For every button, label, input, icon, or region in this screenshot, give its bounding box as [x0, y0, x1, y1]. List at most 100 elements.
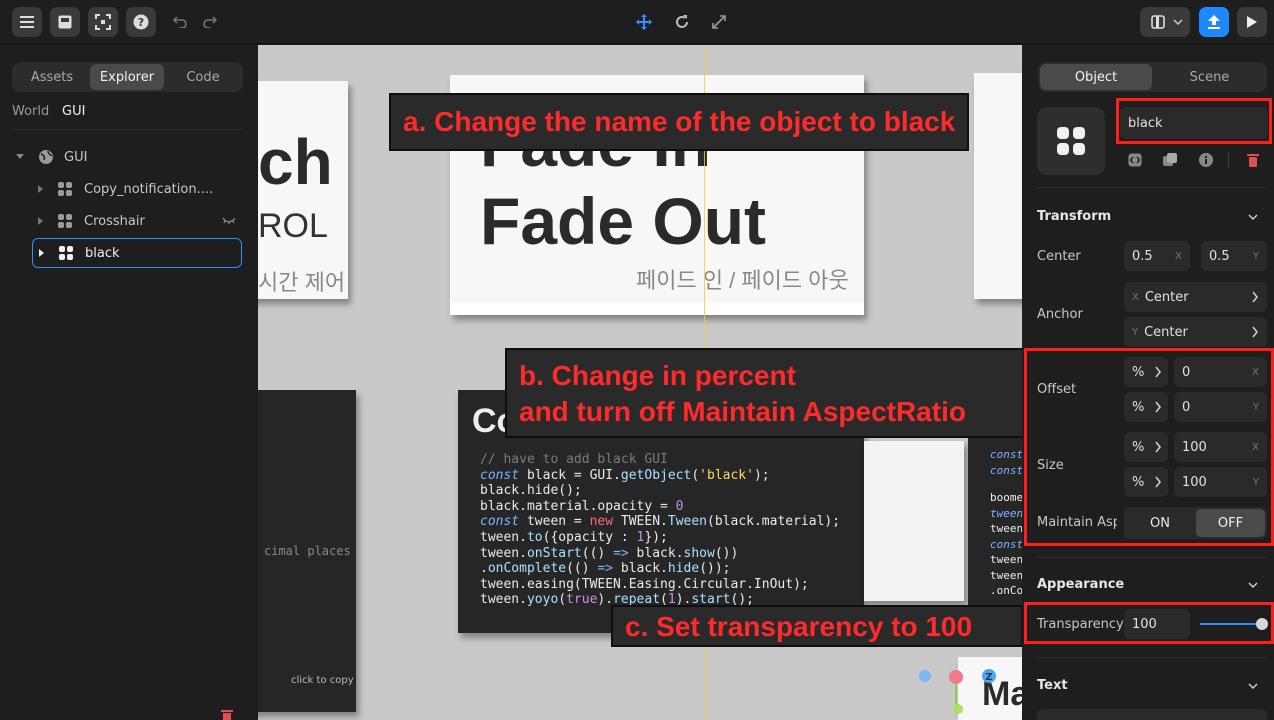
chevron-down-icon: [1173, 19, 1183, 25]
inspector-tabs: Object Scene: [1038, 62, 1267, 92]
code-line: boome: [990, 491, 1022, 504]
tree-root-gui[interactable]: GUI: [12, 142, 242, 172]
chevron-down-icon[interactable]: [1248, 683, 1258, 689]
anchor-y-value: Center: [1144, 324, 1188, 340]
code-line: const: [990, 448, 1022, 461]
help-button[interactable]: ?: [126, 7, 156, 37]
menu-button[interactable]: [12, 7, 42, 37]
hamburger-icon: [20, 16, 34, 28]
code-line: tween: [990, 553, 1022, 566]
trash-icon[interactable]: [220, 708, 234, 720]
text-section-header[interactable]: Text: [1037, 678, 1068, 693]
scale-tool-button[interactable]: [704, 7, 734, 37]
move-tool-button[interactable]: [629, 7, 659, 37]
card-subtitle: ROL: [258, 207, 328, 245]
code-line: .onCom: [990, 584, 1022, 597]
appearance-header[interactable]: Appearance: [1037, 577, 1124, 592]
card-bottom-strip: [450, 303, 864, 315]
delete-icon[interactable]: [1246, 153, 1260, 167]
divider: [1036, 657, 1266, 658]
hidden-eye-icon[interactable]: [222, 217, 236, 225]
duplicate-icon[interactable]: [1163, 153, 1177, 167]
subtab-gui[interactable]: GUI: [62, 104, 85, 119]
anchor-x-select[interactable]: X Center: [1124, 282, 1267, 312]
code-line: .onComplete(() => black.hide());: [480, 561, 731, 577]
tree-item-label: Crosshair: [84, 213, 145, 229]
layout-toggle-button[interactable]: [1140, 7, 1190, 37]
annotation-a: a. Change the name of the object to blac…: [389, 93, 970, 151]
inbox-button[interactable]: [50, 7, 80, 37]
code-line: tween: [990, 506, 1022, 520]
code-line: tween.to({opacity : 1});: [480, 529, 668, 545]
center-label: Center: [1037, 249, 1081, 264]
tab-object[interactable]: Object: [1040, 64, 1152, 90]
anchor-y-select[interactable]: Y Center: [1124, 317, 1267, 347]
gui-element-icon: [58, 214, 72, 228]
play-icon: [1247, 16, 1257, 28]
annotation-b: b. Change in percent and turn off Mainta…: [505, 348, 1022, 438]
subtab-world[interactable]: World: [12, 104, 49, 119]
chevron-down-icon[interactable]: [1248, 582, 1258, 588]
code-line: const: [990, 463, 1022, 477]
publish-button[interactable]: [1199, 7, 1229, 37]
object-thumbnail: [1037, 107, 1105, 175]
scene-card-blank[interactable]: [864, 441, 964, 601]
caret-right-icon[interactable]: [38, 217, 44, 225]
center-y-input[interactable]: 0.5 Y: [1201, 241, 1267, 271]
code-line: const black = GUI.getObject('black');: [480, 467, 770, 483]
top-toolbar: ?: [0, 0, 1274, 44]
tree-item-black[interactable]: black: [32, 238, 242, 268]
annotation-b-line2: and turn off Maintain AspectRatio: [519, 396, 966, 427]
tab-explorer[interactable]: Explorer: [90, 64, 164, 90]
tree-item-label: GUI: [64, 149, 88, 165]
center-x-input[interactable]: 0.5 X: [1124, 241, 1190, 271]
undo-icon: [173, 16, 187, 28]
upload-icon: [1208, 15, 1220, 29]
center-x-value: 0.5: [1132, 248, 1153, 264]
scene-card-code-right[interactable]: const const boome tween tween const twee…: [968, 437, 1022, 607]
transform-header[interactable]: Transform: [1037, 209, 1111, 224]
divider: [1036, 187, 1266, 188]
tree-item-copy-notification[interactable]: Copy_notification....: [12, 174, 242, 204]
card-title: ch: [258, 126, 333, 198]
code-line: tween.easing(TWEEN.Easing.Circular.InOut…: [480, 576, 809, 592]
anchor-x-value: Center: [1144, 289, 1189, 305]
caret-right-icon[interactable]: [39, 249, 45, 257]
scene-card-time-control[interactable]: ch ROL 시간 제어: [258, 81, 348, 299]
redo-button[interactable]: [195, 7, 225, 37]
panel-layout-icon: [1151, 15, 1165, 29]
card-korean-text: 페이드 인 / 페이드 아웃: [636, 268, 849, 293]
tab-code[interactable]: Code: [166, 64, 240, 90]
center-y-value: 0.5: [1209, 248, 1230, 264]
tree-item-crosshair[interactable]: Crosshair: [12, 206, 242, 236]
axis-label: Y: [1132, 326, 1139, 338]
tree-item-label: black: [85, 245, 120, 261]
axis-label: X: [1132, 291, 1139, 303]
caret-down-icon[interactable]: [16, 154, 24, 160]
left-panel-tabs: Assets Explorer Code: [12, 62, 243, 92]
axis-label: Y: [1252, 250, 1259, 262]
undo-button[interactable]: [165, 7, 195, 37]
scene-viewport[interactable]: ch ROL 시간 제어 Fade In Fade Out 페이드 인 / 페이…: [258, 45, 1022, 720]
gizmo-z-label: Z: [985, 672, 992, 683]
globe-icon: [39, 150, 53, 164]
code-brackets-icon[interactable]: [1128, 153, 1142, 167]
divider: [12, 129, 242, 130]
info-icon[interactable]: [1199, 153, 1213, 167]
annotation-box-name: [1116, 98, 1272, 144]
fit-view-button[interactable]: [88, 7, 118, 37]
scene-card-dark-left[interactable]: cimal places click to copy: [258, 390, 356, 712]
play-button[interactable]: [1237, 7, 1267, 37]
scene-card-right[interactable]: [974, 73, 1022, 299]
rotate-tool-button[interactable]: [667, 7, 697, 37]
caret-right-icon[interactable]: [38, 185, 44, 193]
chevron-down-icon[interactable]: [1248, 214, 1258, 220]
tab-scene[interactable]: Scene: [1154, 64, 1265, 90]
transform-gizmo[interactable]: Z: [918, 657, 1008, 717]
code-line: black.material.opacity = 0: [480, 498, 684, 514]
code-block: // have to add black GUI const black = G…: [480, 452, 840, 608]
tab-assets[interactable]: Assets: [16, 64, 88, 90]
card-line2: Fade Out: [480, 184, 767, 258]
icon-divider: [1228, 153, 1229, 167]
text-field-partial[interactable]: [1037, 709, 1267, 720]
